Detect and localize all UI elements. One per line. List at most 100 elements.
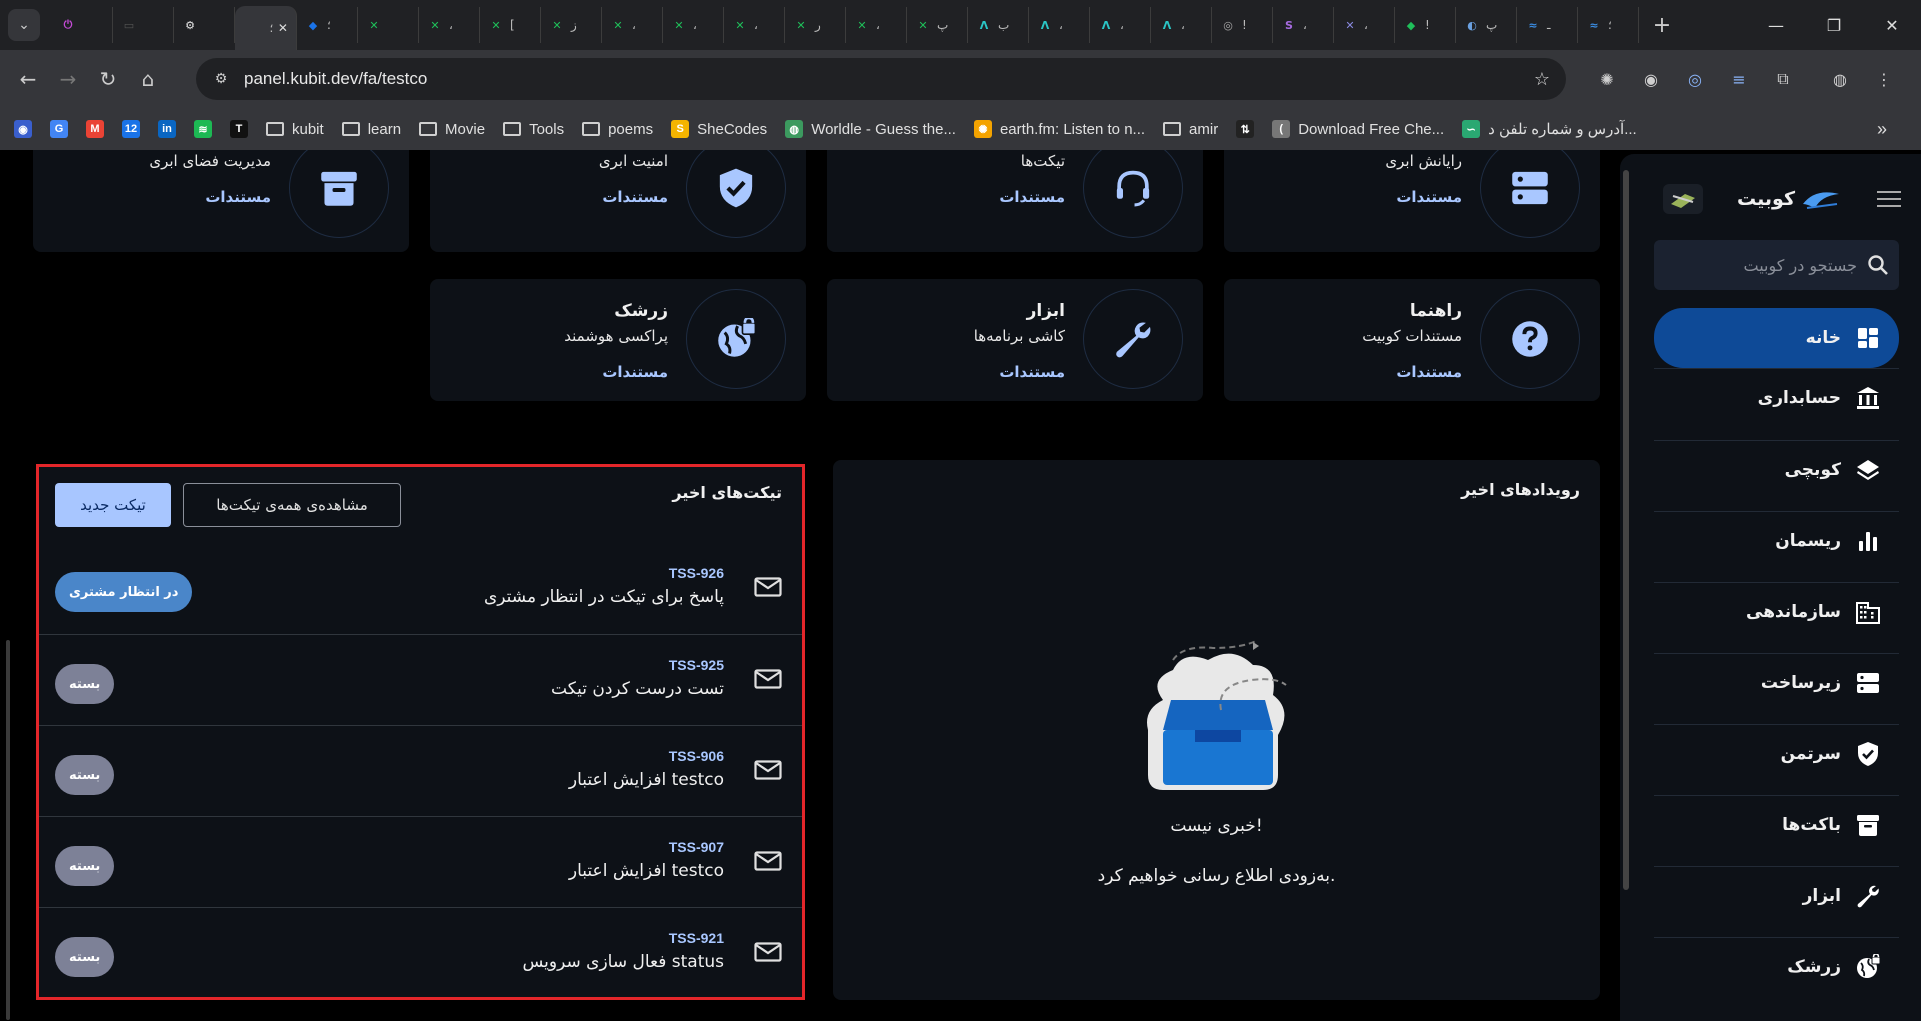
bookmark-item[interactable]: kubit — [266, 121, 324, 138]
browser-tab[interactable]: Λ ، — [1090, 7, 1151, 43]
browser-tab[interactable]: ◎! — [1212, 7, 1273, 43]
bookmark-item[interactable]: Tools — [503, 121, 564, 138]
ticket-id[interactable]: TSS-906 — [669, 748, 724, 764]
ticket-title[interactable]: افزایش اعتبار testco — [569, 770, 724, 790]
browser-tab[interactable]: ✕ پ — [907, 7, 968, 43]
ticket-title[interactable]: تست درست کردن تیکت — [551, 679, 724, 699]
browser-tab[interactable]: ✕ — [358, 7, 419, 43]
browser-tab[interactable]: ⏻ — [52, 7, 113, 43]
url-text[interactable]: panel.kubit.dev/fa/testco — [244, 69, 427, 89]
browser-tab[interactable]: Λ ، — [1029, 7, 1090, 43]
ticket-title[interactable]: فعال سازی سرویس status — [523, 952, 725, 972]
new-tab-button[interactable]: + — [1647, 13, 1677, 38]
browser-tab[interactable]: ◆ ؛ — [297, 7, 358, 43]
docs-link[interactable]: مستندات — [599, 188, 668, 206]
browser-tab[interactable]: ✕ ، — [846, 7, 907, 43]
back-button[interactable]: ← — [8, 67, 48, 91]
ticket-id[interactable]: TSS-921 — [669, 930, 724, 946]
sidebar-item-10[interactable]: زرشک — [1654, 937, 1899, 995]
service-card[interactable]: ...امنیت ابریمستندات — [430, 150, 806, 252]
service-card[interactable]: پ...تیکت‌هامستندات — [827, 150, 1203, 252]
sidebar-item-6[interactable]: زیرساخت — [1654, 653, 1899, 711]
sidebar-item-7[interactable]: سرتمن — [1654, 724, 1899, 782]
omnibox[interactable]: ⚙ panel.kubit.dev/fa/testco ☆ — [196, 58, 1566, 100]
new-ticket-button[interactable]: تیکت جدید — [55, 483, 171, 527]
docs-link[interactable]: مستندات — [974, 363, 1065, 381]
browser-tab[interactable]: ◆! — [1395, 7, 1456, 43]
service-card[interactable]: ...مدیریت فضای ابریمستندات — [33, 150, 409, 252]
extension-icon[interactable]: ≡ — [1724, 68, 1754, 90]
bookmark-item[interactable]: ◍ Worldle - Guess the... — [785, 120, 956, 138]
forward-button[interactable]: → — [48, 67, 88, 91]
sidebar-item-8[interactable]: باکت‌ها — [1654, 795, 1899, 853]
sidebar-item-2[interactable]: حسابداری — [1654, 368, 1899, 426]
view-all-tickets-button[interactable]: مشاهده‌ی همه‌ی تیکت‌ها — [183, 483, 401, 527]
bookmark-item[interactable]: Movie — [419, 121, 485, 138]
bookmark-item[interactable]: G — [50, 120, 76, 138]
browser-tab[interactable]: ✕ ، — [419, 7, 480, 43]
service-card[interactable]: ابزار کاشی برنامه‌ها مستندات — [827, 279, 1203, 401]
bookmark-star-icon[interactable]: ☆ — [1534, 69, 1550, 90]
ticket-id[interactable]: TSS-926 — [669, 565, 724, 581]
browser-tab[interactable]: ◐ پ — [1456, 7, 1517, 43]
site-info-icon[interactable]: ⚙ — [206, 71, 236, 87]
home-button[interactable]: ⌂ — [128, 67, 168, 91]
search-input[interactable]: جستجو در کوبیت — [1654, 240, 1899, 290]
close-window-button[interactable]: ✕ — [1863, 0, 1921, 50]
menu-toggle-icon[interactable] — [1877, 191, 1901, 207]
browser-tab[interactable]: ✕ ، — [1334, 7, 1395, 43]
ticket-id[interactable]: TSS-907 — [669, 839, 724, 855]
bookmark-item[interactable]: S SheCodes — [671, 120, 767, 138]
browser-tab[interactable]: ؛ ✕ — [235, 6, 297, 50]
page-scrollbar[interactable] — [6, 640, 10, 1020]
bookmark-item[interactable]: ⇅ — [1236, 120, 1262, 138]
browser-tab[interactable]: ✕ ر — [785, 7, 846, 43]
browser-tab[interactable]: ≈ ؛ — [1578, 7, 1639, 43]
ticket-row[interactable]: TSS-906 افزایش اعتبار testco بسته — [39, 725, 802, 816]
ticket-id[interactable]: TSS-925 — [669, 657, 724, 673]
bookmark-item[interactable]: poems — [582, 121, 653, 138]
close-tab-icon[interactable]: ✕ — [278, 21, 288, 35]
bookmarks-overflow-icon[interactable]: » — [1877, 119, 1887, 140]
extensions-puzzle-icon[interactable]: ⧉ — [1768, 68, 1798, 90]
ticket-title[interactable]: پاسخ برای تیکت در انتظار مشتری — [484, 587, 724, 607]
bookmark-item[interactable]: ≋ — [194, 120, 220, 138]
ticket-row[interactable]: TSS-907 افزایش اعتبار testco بسته — [39, 816, 802, 907]
sidebar-item-5[interactable]: سازماندهی — [1654, 582, 1899, 640]
browser-tab[interactable]: ▭ — [113, 7, 174, 43]
bookmark-item[interactable]: (Download Free Che... — [1272, 120, 1444, 138]
bookmark-item[interactable]: learn — [341, 121, 401, 138]
ticket-title[interactable]: افزایش اعتبار testco — [569, 861, 724, 881]
ticket-row[interactable]: TSS-926 پاسخ برای تیکت در انتظار مشتری در … — [39, 543, 802, 634]
profile-avatar[interactable]: ◍ — [1825, 68, 1855, 90]
bookmark-item[interactable]: ∽ آدرس و شماره تلفن د... — [1462, 120, 1637, 138]
docs-link[interactable]: مستندات — [564, 363, 668, 381]
bookmark-item[interactable]: in — [158, 120, 184, 138]
bookmark-item[interactable]: amir — [1163, 121, 1218, 138]
docs-link[interactable]: مستندات — [149, 188, 271, 206]
extension-icon[interactable]: ◉ — [1636, 68, 1666, 90]
docs-link[interactable]: مستندات — [1385, 188, 1462, 206]
ticket-row[interactable]: TSS-925 تست درست کردن تیکت بسته — [39, 634, 802, 725]
extension-icon[interactable]: ◎ — [1680, 68, 1710, 90]
sidebar-scrollbar[interactable] — [1623, 170, 1629, 890]
restore-button[interactable]: ❐ — [1805, 0, 1863, 50]
browser-menu-icon[interactable]: ⋮ — [1869, 68, 1899, 90]
browser-tab[interactable]: ✕ ز — [541, 7, 602, 43]
ticket-row[interactable]: TSS-921 فعال سازی سرویس status بسته — [39, 907, 802, 998]
service-card[interactable]: زیر...رایانش ابریمستندات — [1224, 150, 1600, 252]
bookmark-item[interactable]: M — [86, 120, 112, 138]
reload-button[interactable]: ↻ — [88, 67, 128, 91]
docs-link[interactable]: مستندات — [1362, 363, 1462, 381]
browser-tab[interactable]: ✕ ، — [663, 7, 724, 43]
tab-search-dropdown[interactable]: ⌄ — [8, 9, 40, 41]
sidebar-item-3[interactable]: کوبچی — [1654, 440, 1899, 498]
sidebar-item-4[interactable]: ریسمان — [1654, 511, 1899, 569]
bookmark-item[interactable]: ✺ earth.fm: Listen to n... — [973, 120, 1145, 138]
browser-tab[interactable]: ✕ ، — [724, 7, 785, 43]
browser-tab[interactable]: Λ ، — [1151, 7, 1212, 43]
bookmark-item[interactable]: 12 — [122, 120, 148, 138]
browser-tab[interactable]: ✕[ — [480, 7, 541, 43]
service-card[interactable]: راهنما مستندات کوبیت مستندات — [1224, 279, 1600, 401]
bookmark-item[interactable]: ◉ — [14, 120, 40, 138]
